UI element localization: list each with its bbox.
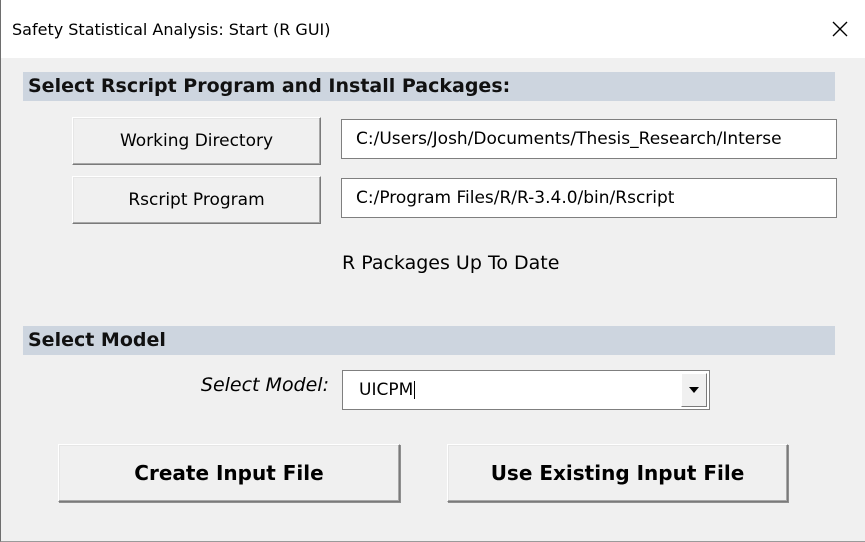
packages-status-text: R Packages Up To Date: [342, 252, 560, 274]
model-select-value[interactable]: UICPM: [359, 371, 416, 409]
model-section-header: Select Model: [23, 326, 835, 355]
window-title: Safety Statistical Analysis: Start (R GU…: [12, 20, 331, 39]
title-bar[interactable]: Safety Statistical Analysis: Start (R GU…: [1, 0, 865, 58]
model-select-text: UICPM: [359, 380, 414, 400]
model-dropdown-button[interactable]: [681, 373, 707, 407]
create-input-file-button[interactable]: Create Input File: [58, 444, 400, 502]
working-directory-button[interactable]: Working Directory: [72, 117, 321, 165]
chevron-down-icon: [689, 387, 699, 393]
model-select[interactable]: UICPM: [342, 370, 710, 410]
text-caret: [414, 381, 416, 399]
close-icon: [832, 21, 848, 37]
rscript-program-field[interactable]: C:/Program Files/R/R-3.4.0/bin/Rscript: [341, 178, 837, 218]
working-directory-field[interactable]: C:/Users/Josh/Documents/Thesis_Research/…: [341, 119, 837, 159]
dialog-window: Safety Statistical Analysis: Start (R GU…: [0, 0, 865, 542]
setup-section-header: Select Rscript Program and Install Packa…: [23, 72, 835, 101]
select-model-label: Select Model:: [200, 374, 329, 396]
use-existing-input-file-button[interactable]: Use Existing Input File: [447, 444, 788, 502]
rscript-program-button[interactable]: Rscript Program: [72, 176, 321, 224]
close-button[interactable]: [815, 0, 865, 58]
